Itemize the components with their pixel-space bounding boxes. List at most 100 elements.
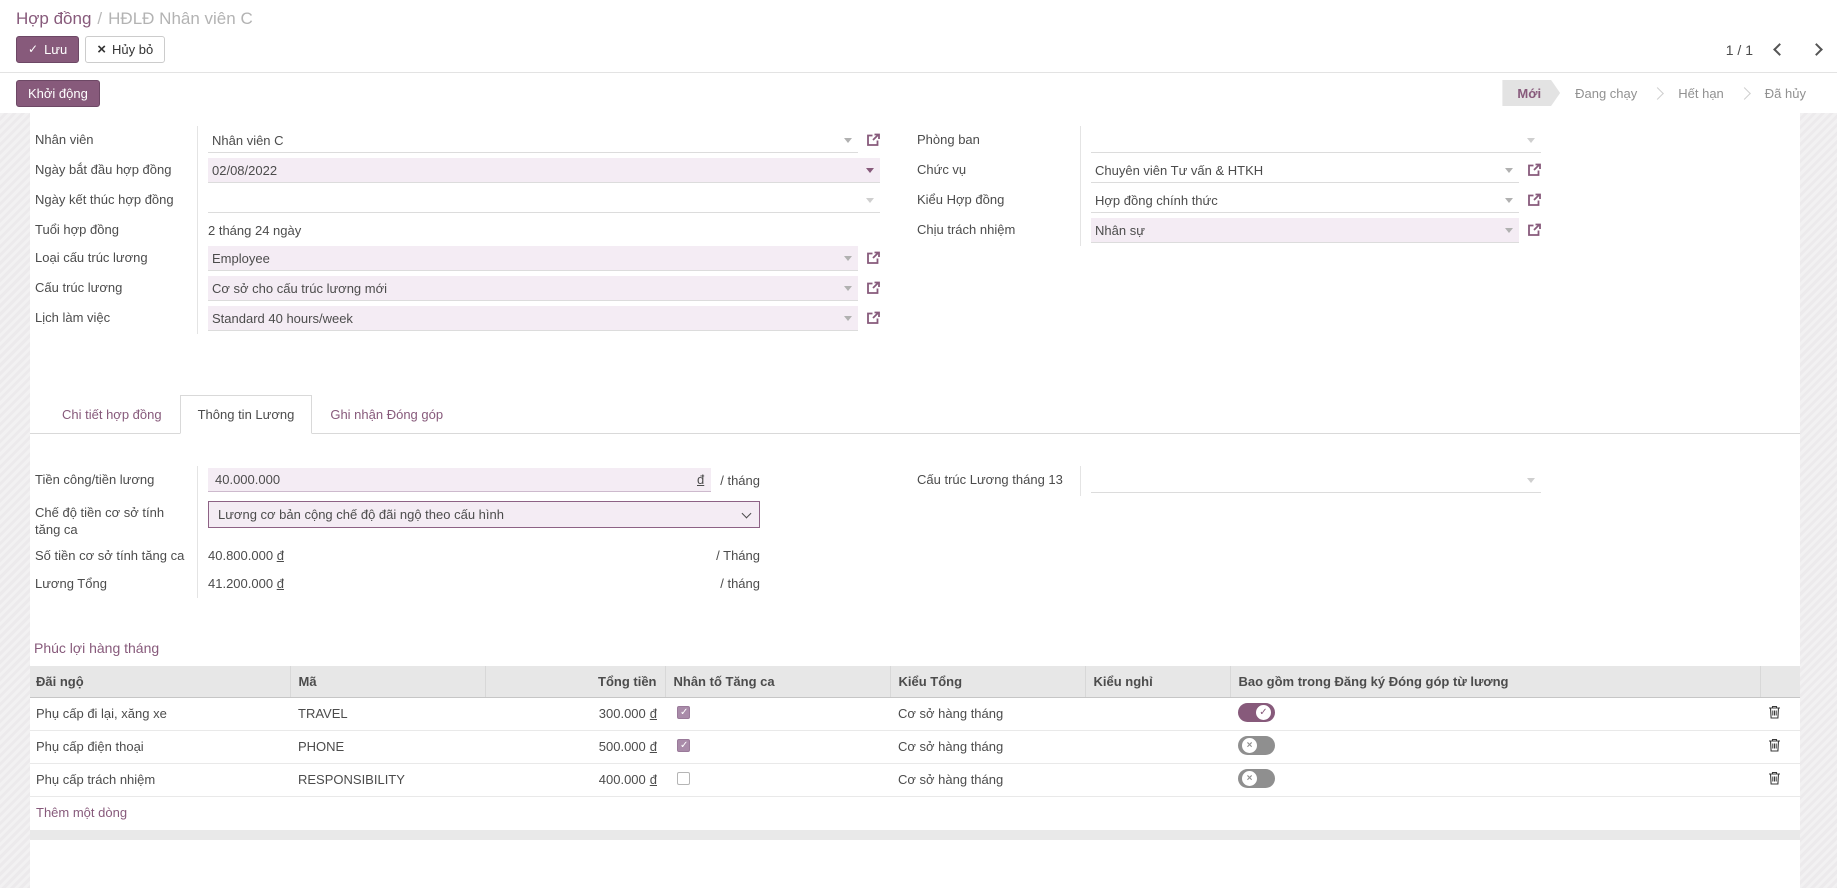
included-toggle[interactable]: × [1238,736,1275,755]
benefit-name: Phụ cấp đi lại, xăng xe [30,697,290,730]
ot-factor-checkbox[interactable] [677,706,690,719]
contract-type-field[interactable]: Hợp đồng chính thức [1091,188,1519,213]
dropdown-caret-icon[interactable] [844,286,852,291]
ot-base-unit: / Tháng [716,548,760,563]
field-label-ot-mode: Chế độ tiền cơ sở tính tăng ca [33,499,198,542]
tab-contract-details[interactable]: Chi tiết hợp đồng [44,395,180,434]
ot-factor-checkbox[interactable] [677,772,690,785]
dropdown-caret-icon[interactable] [1505,228,1513,233]
sheet-left-gutter [0,113,30,888]
wage-input[interactable]: 40.000.000 đ [208,468,711,492]
delete-row-icon[interactable] [1768,771,1781,785]
ot-base-amount-value: 40.800.000 đ / Tháng [208,544,760,563]
department-field[interactable] [1091,128,1541,153]
external-link-icon[interactable] [1527,223,1541,237]
currency-symbol: đ [697,472,704,487]
start-contract-button[interactable]: Khởi động [16,80,100,107]
included-toggle[interactable]: × [1238,769,1275,788]
table-row[interactable]: Phụ cấp điện thoại PHONE 500.000đ Cơ sở … [30,730,1800,763]
control-panel: Hợp đồng / HĐLĐ Nhân viên C ✓ Lưu × Hủy bỏ… [0,0,1837,63]
step-chevron-icon [1738,87,1751,100]
horizontal-scrollbar[interactable] [30,830,1800,840]
col-header-total-type[interactable]: Kiểu Tổng [890,666,1085,697]
delete-row-icon[interactable] [1768,705,1781,719]
tab-contribution-register[interactable]: Ghi nhận Đóng góp [312,395,461,434]
breadcrumb-parent-link[interactable]: Hợp đồng [16,9,91,28]
ot-base-mode-select[interactable]: Lương cơ bản cộng chế độ đãi ngộ theo cấ… [208,501,760,528]
status-step-cancelled[interactable]: Đã hủy [1750,80,1821,106]
col-header-leave-type[interactable]: Kiểu nghỉ [1085,666,1230,697]
dropdown-caret-icon[interactable] [1527,478,1535,483]
currency-symbol: đ [650,739,657,754]
external-link-icon[interactable] [866,251,880,265]
delete-row-icon[interactable] [1768,738,1781,752]
tab-salary-information[interactable]: Thông tin Lương [180,395,313,434]
col-header-included[interactable]: Bao gồm trong Đăng ký Đóng góp từ lương [1230,666,1760,697]
currency-symbol: đ [650,706,657,721]
structure-type-field[interactable]: Employee [208,246,858,271]
salary-structure-field[interactable]: Cơ sở cho cấu trúc lương mới [208,276,858,301]
breadcrumb: Hợp đồng / HĐLĐ Nhân viên C [16,9,1821,29]
pager: 1 / 1 [1726,42,1821,58]
dropdown-caret-icon[interactable] [844,138,852,143]
left-field-group: Nhân viên Nhân viên C Ngày bắt đầu hợp đ… [33,126,880,334]
dropdown-caret-icon[interactable] [844,256,852,261]
benefits-section-title: Phúc lợi hàng tháng [34,640,1800,656]
month13-group: Cấu trúc Lương tháng 13 [915,466,1541,598]
col-header-benefit[interactable]: Đãi ngộ [30,666,290,697]
dropdown-caret-icon[interactable] [1505,198,1513,203]
field-label-ot-base-amount: Số tiền cơ sở tính tăng ca [33,542,198,570]
external-link-icon[interactable] [866,281,880,295]
benefit-name: Phụ cấp trách nhiệm [30,763,290,796]
pager-previous-icon[interactable] [1773,43,1786,56]
field-label-contract-type: Kiểu Hợp đồng [915,186,1081,216]
benefit-code: TRAVEL [290,697,485,730]
dropdown-caret-icon[interactable] [866,168,874,173]
employee-field[interactable]: Nhân viên C [208,128,858,153]
col-header-ot-factor[interactable]: Nhân tố Tăng ca [665,666,890,697]
dropdown-caret-icon[interactable] [1505,168,1513,173]
discard-button[interactable]: × Hủy bỏ [85,36,165,63]
status-step-new[interactable]: Mới [1502,80,1560,106]
status-step-running[interactable]: Đang chạy [1560,80,1652,106]
status-step-expired[interactable]: Hết hạn [1663,80,1739,106]
benefit-total-type: Cơ sở hàng tháng [890,697,1085,730]
external-link-icon[interactable] [1527,193,1541,207]
ot-factor-checkbox[interactable] [677,739,690,752]
table-row[interactable]: Phụ cấp trách nhiệm RESPONSIBILITY 400.0… [30,763,1800,796]
job-position-field[interactable]: Chuyên viên Tư vấn & HTKH [1091,158,1519,183]
dropdown-caret-icon[interactable] [1527,138,1535,143]
working-schedule-field[interactable]: Standard 40 hours/week [208,306,858,331]
select-chevron-icon [742,508,752,518]
start-date-field[interactable]: 02/08/2022 [208,158,880,183]
field-label-total-salary: Lương Tổng [33,570,198,598]
external-link-icon[interactable] [866,311,880,325]
external-link-icon[interactable] [1527,163,1541,177]
included-toggle[interactable]: ✓ [1238,703,1275,722]
field-label-job-position: Chức vụ [915,156,1081,186]
field-label-wage: Tiền công/tiền lương [33,466,198,499]
field-label-structure-type: Loại cấu trúc lương [33,244,198,274]
add-row-link[interactable]: Thêm một dòng [30,797,135,827]
benefit-leave-type [1085,697,1230,730]
pager-next-icon[interactable] [1810,43,1823,56]
col-header-actions [1760,666,1800,697]
end-date-field[interactable] [208,188,880,213]
field-label-month13-structure: Cấu trúc Lương tháng 13 [915,466,1081,496]
breadcrumb-separator: / [97,9,102,28]
save-button[interactable]: ✓ Lưu [16,36,79,63]
month13-structure-field[interactable] [1091,468,1541,493]
notebook-tabs: Chi tiết hợp đồng Thông tin Lương Ghi nh… [30,394,1800,434]
external-link-icon[interactable] [866,133,880,147]
wage-unit: / tháng [720,473,760,488]
dropdown-caret-icon[interactable] [866,198,874,203]
field-label-working-schedule: Lịch làm việc [33,304,198,334]
col-header-code[interactable]: Mã [290,666,485,697]
pager-value: 1 / 1 [1726,42,1753,58]
col-header-amount[interactable]: Tổng tiền [485,666,665,697]
form-sheet: Nhân viên Nhân viên C Ngày bắt đầu hợp đ… [30,113,1800,888]
responsible-field[interactable]: Nhân sự [1091,218,1519,243]
dropdown-caret-icon[interactable] [844,316,852,321]
breadcrumb-current: HĐLĐ Nhân viên C [108,9,253,28]
table-row[interactable]: Phụ cấp đi lại, xăng xe TRAVEL 300.000đ … [30,697,1800,730]
